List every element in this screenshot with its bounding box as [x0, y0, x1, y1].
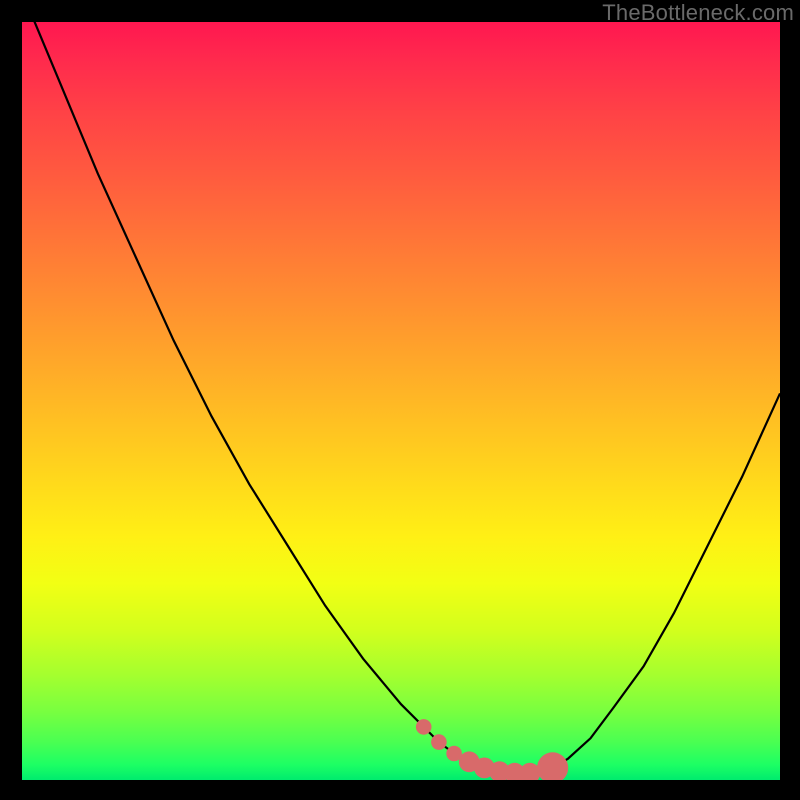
chart-frame: TheBottleneck.com	[0, 0, 800, 800]
bottom-markers	[416, 719, 568, 780]
bottleneck-curve	[22, 22, 780, 773]
plot-area	[22, 22, 780, 780]
plot-svg	[22, 22, 780, 780]
marker-dot	[431, 734, 447, 750]
marker-dot	[520, 763, 541, 780]
watermark-text: TheBottleneck.com	[602, 0, 794, 26]
marker-dot	[416, 719, 432, 735]
marker-dot	[537, 752, 568, 780]
